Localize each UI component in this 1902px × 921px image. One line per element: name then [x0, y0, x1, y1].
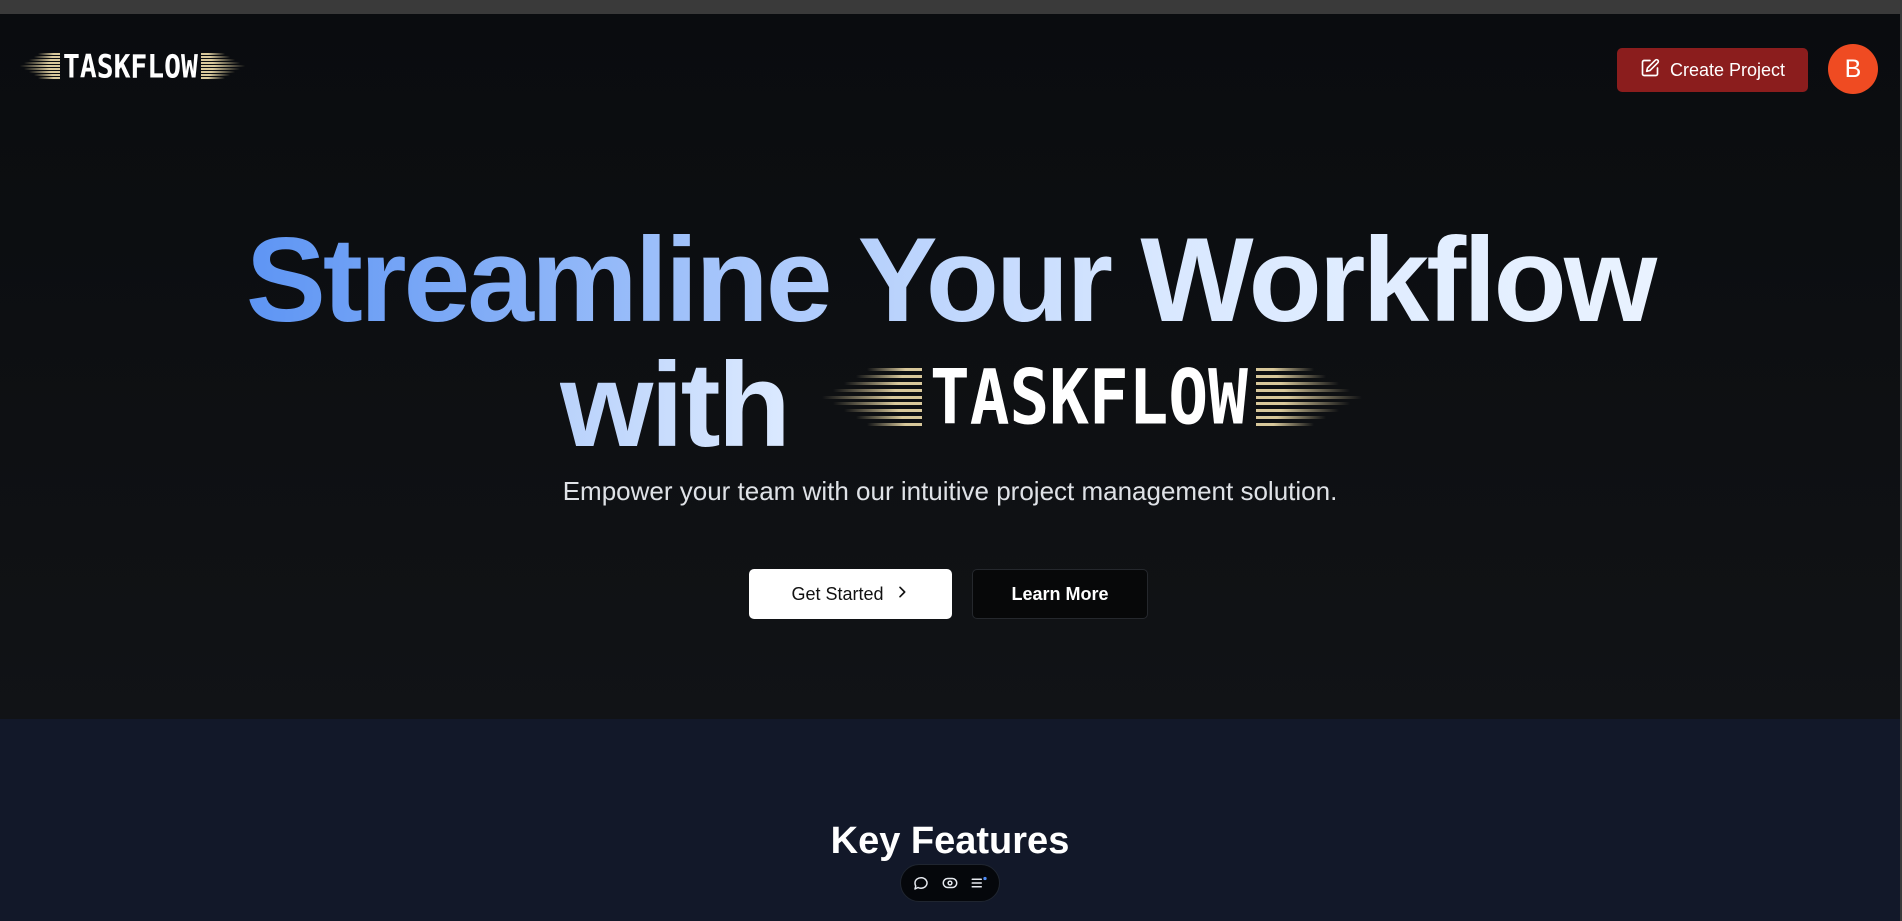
logo-speed-line	[33, 56, 60, 58]
get-started-label: Get Started	[791, 583, 884, 604]
logo-speed-line	[833, 402, 922, 406]
logo-speed-line	[200, 62, 241, 64]
logo-speed-line	[856, 416, 922, 420]
logo-speed-line	[20, 65, 60, 67]
eye-icon[interactable]	[941, 874, 959, 892]
logo-speed-line	[200, 65, 245, 67]
logo-speed-line	[200, 56, 230, 58]
logo-speed-line	[1255, 402, 1351, 406]
logo-speed-lines-left	[20, 53, 60, 79]
browser-top-strip	[0, 0, 1902, 14]
hero-logo-speed-lines-right	[1255, 368, 1362, 426]
key-features-heading: Key Features	[830, 820, 1070, 862]
chat-icon[interactable]	[912, 874, 930, 892]
logo-speed-line	[28, 71, 60, 73]
list-icon[interactable]	[970, 874, 988, 892]
logo-speed-line	[1255, 368, 1315, 371]
logo-speed-line	[200, 53, 226, 55]
logo-speed-line	[1255, 423, 1315, 426]
get-started-button[interactable]: Get Started	[749, 569, 952, 619]
logo-speed-line	[33, 74, 60, 76]
hero-subtitle: Empower your team with our intuitive pro…	[562, 476, 1338, 506]
hero-logo-text: TASKFLOW	[930, 352, 1248, 442]
logo-text: TASKFLOW	[63, 47, 198, 85]
logo-speed-line	[200, 74, 230, 76]
chevron-right-icon	[894, 584, 910, 605]
edit-icon	[1640, 58, 1660, 83]
logo-speed-line	[1255, 395, 1362, 399]
logo-speed-line	[844, 409, 922, 413]
logo-speed-line	[200, 59, 236, 61]
logo-speed-line	[856, 374, 922, 378]
learn-more-button[interactable]: Learn More	[972, 569, 1148, 619]
logo-speed-line	[38, 53, 60, 55]
logo-speed-line	[833, 388, 922, 392]
logo-speed-line	[867, 368, 922, 371]
logo-speed-line	[1255, 409, 1339, 413]
logo-speed-line	[1255, 374, 1326, 378]
taskflow-logo[interactable]: TASKFLOW	[20, 47, 245, 85]
learn-more-label: Learn More	[1011, 583, 1109, 604]
logo-speed-line	[822, 395, 922, 399]
logo-speed-line	[200, 71, 236, 73]
logo-speed-line	[844, 381, 922, 385]
logo-speed-line	[1255, 388, 1351, 392]
create-project-button[interactable]: Create Project	[1617, 48, 1808, 92]
logo-speed-line	[28, 59, 60, 61]
logo-speed-line	[1255, 416, 1326, 420]
hero-taskflow-logo: TASKFLOW	[822, 353, 1362, 441]
logo-speed-line	[38, 77, 60, 79]
logo-speed-lines-right	[200, 53, 245, 79]
hero-headline-line2: with	[560, 338, 791, 472]
logo-speed-line	[24, 62, 60, 64]
logo-speed-line	[1255, 381, 1339, 385]
logo-speed-line	[200, 68, 241, 70]
create-project-label: Create Project	[1669, 59, 1786, 80]
hero-headline-line1: Streamline Your Workflow	[230, 220, 1670, 340]
logo-speed-line	[24, 68, 60, 70]
hero-logo-speed-lines-left	[822, 368, 922, 426]
logo-speed-line	[200, 77, 226, 79]
floating-toolbar	[900, 864, 1000, 902]
logo-speed-line	[867, 423, 922, 426]
user-avatar[interactable]: B	[1828, 44, 1878, 94]
